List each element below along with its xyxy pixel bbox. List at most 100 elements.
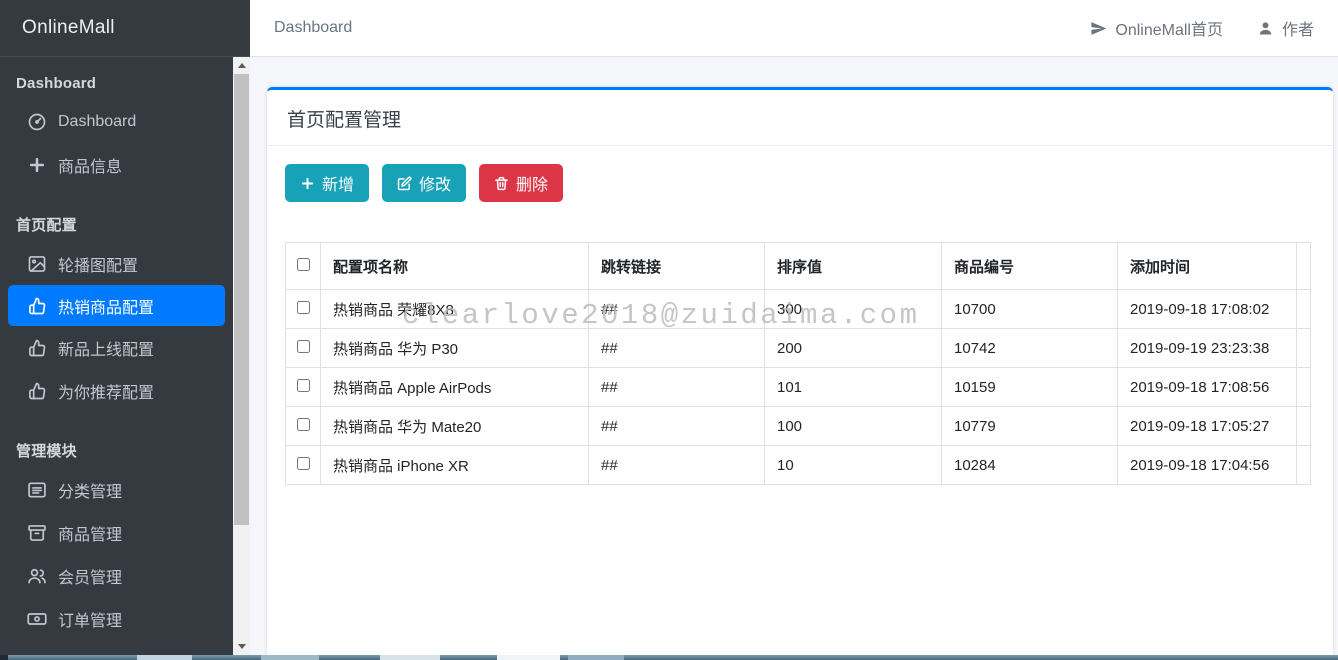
tachometer-icon (27, 112, 47, 132)
sidebar-item-member-management[interactable]: 会员管理 (0, 554, 233, 597)
sidebar-item-dashboard[interactable]: Dashboard (0, 100, 233, 143)
table-row[interactable]: 热销商品 iPhone XR ## 10 10284 2019-09-18 17… (286, 446, 1311, 485)
edit-icon (397, 176, 412, 191)
cell-link: ## (589, 329, 765, 368)
content-area: 首页配置管理 新增 修改 删除 (250, 57, 1338, 655)
app-window: OnlineMall Dashboard Dashboard 商品信息 首页配置… (0, 0, 1338, 660)
nav-section-dashboard: Dashboard Dashboard 商品信息 (0, 76, 233, 186)
plus-icon (27, 155, 47, 175)
sidebar-item-product-info[interactable]: 商品信息 (0, 143, 233, 186)
row-checkbox[interactable] (297, 457, 310, 470)
money-icon (27, 609, 47, 629)
config-table: 配置项名称 跳转链接 排序值 商品编号 添加时间 (285, 242, 1311, 485)
sidebar-nav: Dashboard Dashboard 商品信息 首页配置 轮播图配置 (0, 57, 233, 640)
author-link-label: 作者 (1282, 16, 1314, 40)
sidebar-item-label: 新品上线配置 (58, 336, 154, 360)
sidebar-item-label: 为你推荐配置 (58, 379, 154, 403)
cell-empty (1297, 329, 1311, 368)
cell-empty (1297, 407, 1311, 446)
thumbs-up-icon (27, 296, 47, 316)
add-button[interactable]: 新增 (285, 164, 369, 202)
cell-name: 热销商品 Apple AirPods (321, 368, 589, 407)
taskbar-strip (0, 655, 1338, 660)
row-checkbox[interactable] (297, 418, 310, 431)
select-all-checkbox[interactable] (297, 258, 310, 271)
column-header-created-at: 添加时间 (1118, 243, 1297, 290)
row-checkbox[interactable] (297, 379, 310, 392)
sidebar-item-label: 订单管理 (58, 607, 122, 631)
sidebar-item-hot-products-config[interactable]: 热销商品配置 (8, 285, 225, 326)
nav-section-header: 管理模块 (16, 444, 233, 460)
home-link-label: OnlineMall首页 (1115, 16, 1223, 40)
sidebar-item-new-products-config[interactable]: 新品上线配置 (0, 326, 233, 369)
table-row[interactable]: 热销商品 华为 P30 ## 200 10742 2019-09-19 23:2… (286, 329, 1311, 368)
brand-title[interactable]: OnlineMall (0, 0, 250, 57)
cell-name: 热销商品 华为 Mate20 (321, 407, 589, 446)
card-body: 新增 修改 删除 (267, 146, 1333, 503)
taskbar-segment (497, 655, 560, 660)
nav-section-home-config: 首页配置 轮播图配置 热销商品配置 新品上线配置 为你推荐配置 (0, 218, 233, 412)
plus-icon (300, 176, 315, 191)
card-header: 首页配置管理 (267, 90, 1333, 146)
cell-product-id: 10159 (942, 368, 1118, 407)
cell-link: ## (589, 368, 765, 407)
row-checkbox[interactable] (297, 301, 310, 314)
add-button-label: 新增 (322, 171, 354, 195)
sidebar-item-label: 商品管理 (58, 521, 122, 545)
taskbar-segment (0, 655, 8, 660)
cell-created-at: 2019-09-18 17:08:02 (1118, 290, 1297, 329)
sidebar-item-order-management[interactable]: 订单管理 (0, 597, 233, 640)
table-header-row: 配置项名称 跳转链接 排序值 商品编号 添加时间 (286, 243, 1311, 290)
taskbar-segment (261, 655, 319, 660)
trash-icon (494, 176, 509, 191)
delete-button[interactable]: 删除 (479, 164, 563, 202)
row-checkbox[interactable] (297, 340, 310, 353)
sidebar-item-label: Dashboard (58, 113, 136, 131)
cell-name: 热销商品 荣耀8X8 (321, 290, 589, 329)
users-icon (27, 566, 47, 586)
edit-button[interactable]: 修改 (382, 164, 466, 202)
sidebar-scrollbar[interactable] (233, 57, 250, 655)
table-row[interactable]: 热销商品 华为 Mate20 ## 100 10779 2019-09-18 1… (286, 407, 1311, 446)
cell-link: ## (589, 446, 765, 485)
top-navbar: Dashboard OnlineMall首页 作者 (250, 0, 1338, 57)
sidebar-item-product-management[interactable]: 商品管理 (0, 511, 233, 554)
sidebar-item-label: 分类管理 (58, 478, 122, 502)
scrollbar-up-button[interactable] (233, 57, 250, 74)
sidebar-item-label: 热销商品配置 (58, 294, 154, 318)
cell-created-at: 2019-09-18 17:04:56 (1118, 446, 1297, 485)
column-header-empty (1297, 243, 1311, 290)
scrollbar-thumb[interactable] (234, 74, 249, 525)
sidebar-item-category-management[interactable]: 分类管理 (0, 468, 233, 511)
cell-created-at: 2019-09-18 17:08:56 (1118, 368, 1297, 407)
cell-empty (1297, 446, 1311, 485)
config-table-wrap: 配置项名称 跳转链接 排序值 商品编号 添加时间 (285, 242, 1315, 485)
taskbar-segment (137, 655, 192, 660)
cell-empty (1297, 290, 1311, 329)
column-header-name: 配置项名称 (321, 243, 589, 290)
edit-button-label: 修改 (419, 171, 451, 195)
column-header-product-id: 商品编号 (942, 243, 1118, 290)
cell-sort: 200 (765, 329, 942, 368)
column-header-sort: 排序值 (765, 243, 942, 290)
column-header-link: 跳转链接 (589, 243, 765, 290)
scrollbar-down-button[interactable] (233, 638, 250, 655)
paper-plane-icon (1090, 20, 1107, 37)
thumbs-up-icon (27, 338, 47, 358)
table-row[interactable]: 热销商品 荣耀8X8 ## 300 10700 2019-09-18 17:08… (286, 290, 1311, 329)
author-link[interactable]: 作者 (1257, 16, 1314, 40)
list-icon (27, 480, 47, 500)
table-row[interactable]: 热销商品 Apple AirPods ## 101 10159 2019-09-… (286, 368, 1311, 407)
arrow-down-icon (238, 644, 246, 649)
nav-section-management: 管理模块 分类管理 商品管理 会员管理 订单管理 (0, 444, 233, 640)
cell-link: ## (589, 290, 765, 329)
toolbar: 新增 修改 删除 (285, 164, 1315, 202)
sidebar-item-carousel-config[interactable]: 轮播图配置 (0, 242, 233, 285)
cell-sort: 101 (765, 368, 942, 407)
nav-section-header: Dashboard (16, 76, 233, 92)
sidebar-item-recommend-config[interactable]: 为你推荐配置 (0, 369, 233, 412)
home-link[interactable]: OnlineMall首页 (1090, 16, 1223, 40)
arrow-up-icon (238, 63, 246, 68)
thumbs-up-icon (27, 381, 47, 401)
archive-icon (27, 523, 47, 543)
